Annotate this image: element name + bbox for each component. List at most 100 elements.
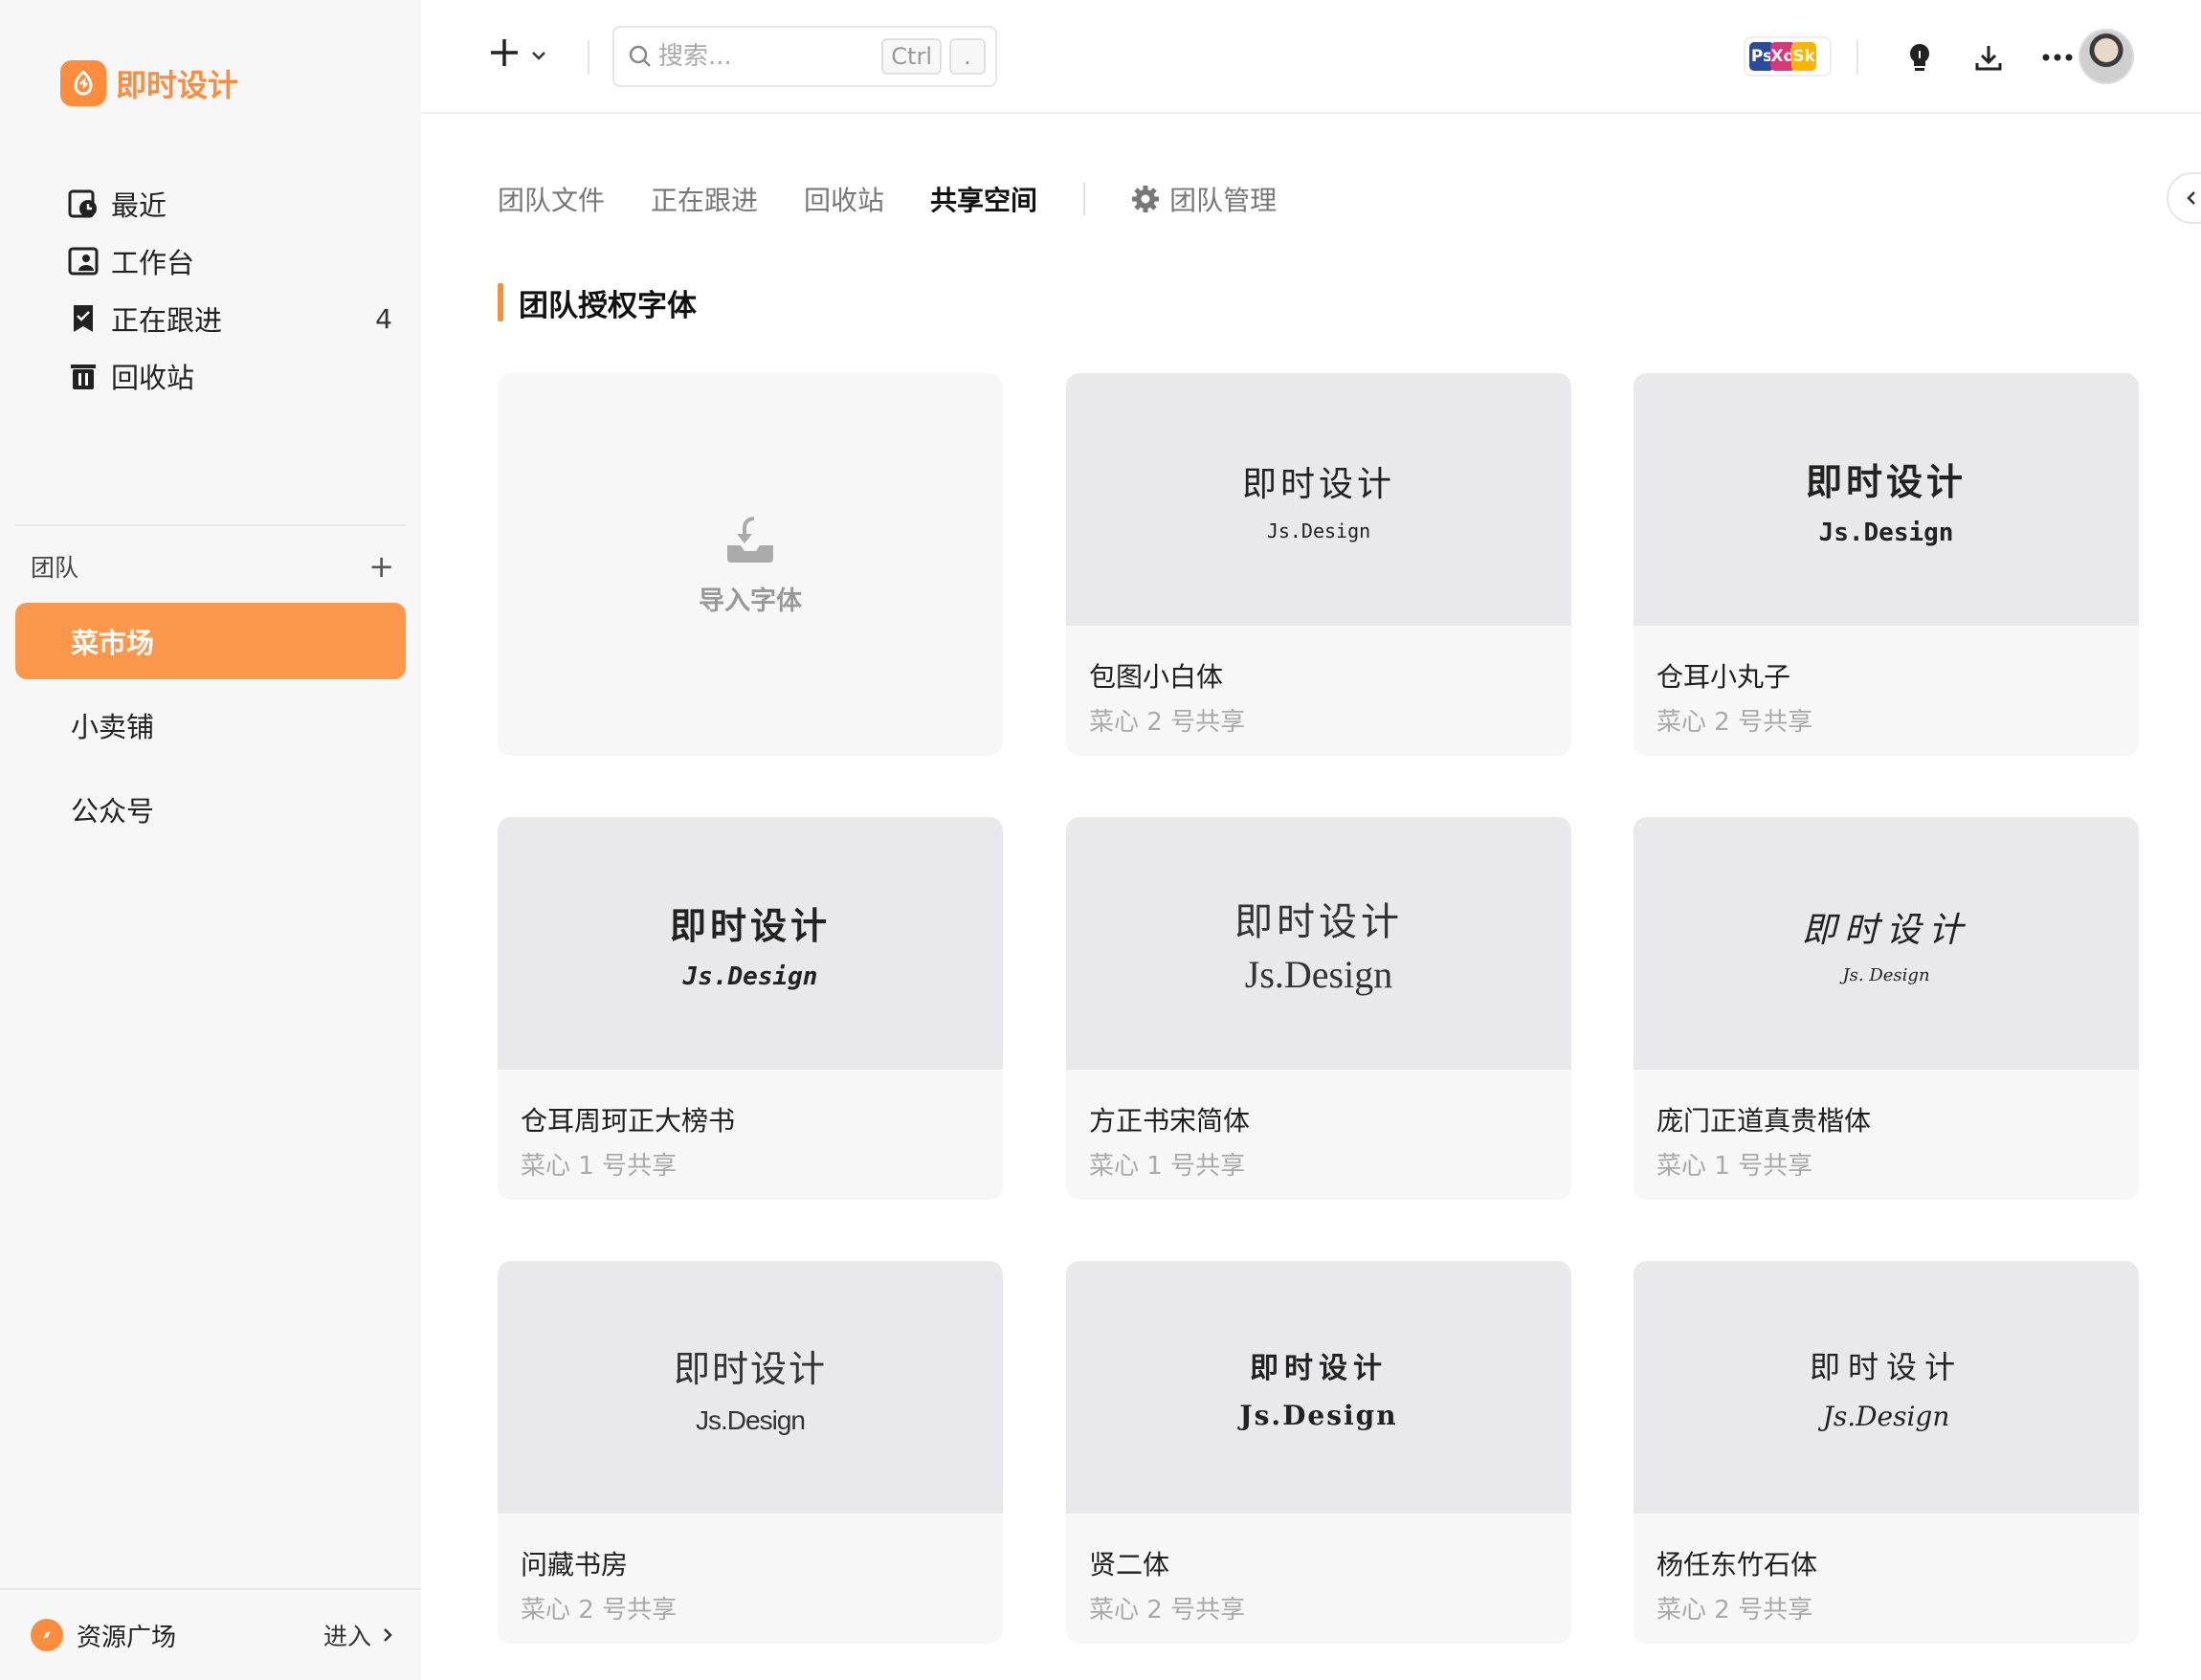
font-name: 问藏书房 (521, 1549, 629, 1581)
app-logo[interactable]: 即时设计 (60, 60, 238, 106)
font-preview: 即时设计 Js.Design (1634, 1261, 2139, 1514)
sidebar-divider (15, 524, 406, 526)
font-preview-main: 即时设计 (1241, 465, 1395, 504)
create-button[interactable] (488, 34, 547, 77)
font-preview: 即时设计 Js.Design (1066, 373, 1571, 626)
font-preview-main: 即时设计 (1805, 460, 1967, 503)
team-item-label: 菜市场 (71, 627, 155, 659)
resource-plaza-bar[interactable]: 资源广场 进入 (0, 1588, 421, 1680)
font-preview-sub: Js. Design (1842, 964, 1930, 985)
lightbulb-icon[interactable] (1899, 36, 1941, 78)
font-card[interactable]: 即时设计 Js.Design 仓耳周珂正大榜书 菜心 1 号共享 (498, 817, 1003, 1200)
search-box[interactable]: Ctrl . (612, 26, 997, 87)
topbar-divider (588, 40, 589, 75)
font-preview-main: 即时设计 (673, 1349, 827, 1390)
font-preview: 即时设计 Js.Design (1066, 1261, 1571, 1514)
font-card[interactable]: 即时设计 Js.Design 杨任东竹石体 菜心 2 号共享 (1634, 1261, 2139, 1644)
tab-team-management[interactable]: 团队管理 (1131, 180, 1277, 218)
topbar-divider (1856, 40, 1858, 75)
download-icon[interactable] (1968, 36, 2010, 78)
compass-icon (31, 1619, 63, 1651)
team-header-label: 团队 (31, 554, 79, 582)
font-card[interactable]: 即时设计 Js.Design 包图小白体 菜心 2 号共享 (1066, 373, 1571, 756)
font-preview: 即时设计 Js.Design (498, 817, 1003, 1070)
team-item-label: 小卖铺 (71, 711, 155, 743)
font-preview-main: 即时设计 (1801, 910, 1970, 950)
font-preview-sub: Js.Design (682, 962, 818, 991)
sidebar-item-label: 正在跟进 (111, 304, 223, 337)
font-card[interactable]: 即时设计 Js.Design 仓耳小丸子 菜心 2 号共享 (1634, 373, 2139, 756)
team-item-caishichang[interactable]: 菜市场 (15, 603, 406, 679)
team-item-label: 公众号 (71, 795, 155, 828)
font-preview: 即时设计 Js.Design (1634, 373, 2139, 626)
team-item-xiaomaipu[interactable]: 小卖铺 (15, 687, 406, 763)
tab-following[interactable]: 正在跟进 (651, 180, 758, 218)
bookmark-icon (67, 302, 100, 335)
font-name: 仓耳小丸子 (1656, 661, 1791, 693)
font-share-meta: 菜心 2 号共享 (1089, 1596, 1246, 1625)
font-name: 仓耳周珂正大榜书 (521, 1105, 736, 1137)
font-preview-sub: Js.Design (1266, 519, 1371, 542)
team-section-header: 团队 + (31, 547, 394, 586)
team-tabs: 团队文件 正在跟进 回收站 共享空间 团队管理 (498, 178, 1277, 220)
font-preview-sub: Js.Design (1822, 1400, 1950, 1432)
font-name: 包图小白体 (1089, 661, 1224, 693)
section-title: 团队授权字体 (498, 283, 697, 323)
font-name: 方正书宋简体 (1089, 1105, 1251, 1137)
kbd-period: . (949, 38, 986, 75)
sidebar-item-workspace[interactable]: 工作台 (67, 232, 392, 290)
font-share-meta: 菜心 2 号共享 (1656, 1596, 1813, 1625)
gear-icon (1132, 186, 1160, 212)
resource-plaza-label: 资源广场 (77, 1623, 177, 1652)
sidebar-item-recent[interactable]: 最近 (67, 175, 392, 232)
font-card[interactable]: 即时设计 Js.Design 贤二体 菜心 2 号共享 (1066, 1261, 1571, 1644)
sidebar-item-label: 工作台 (111, 247, 195, 279)
workspace-icon (67, 245, 100, 277)
font-name: 杨任东竹石体 (1656, 1549, 1818, 1581)
logo-mark-icon (60, 60, 106, 106)
trash-icon (67, 360, 100, 392)
sidebar-item-following[interactable]: 正在跟进 4 (67, 290, 392, 347)
sketch-app-icon: Sk (1791, 42, 1816, 71)
team-item-gongzhonghao[interactable]: 公众号 (15, 771, 406, 848)
more-icon[interactable] (2036, 36, 2079, 78)
collapse-panel-button[interactable] (2167, 172, 2201, 224)
font-card[interactable]: 即时设计 Js.Design 方正书宋简体 菜心 1 号共享 (1066, 817, 1571, 1200)
chevron-left-icon (2187, 191, 2195, 205)
plugin-apps-button[interactable]: Ps Xd Sk (1744, 36, 1832, 77)
topbar: Ctrl . Ps Xd Sk (421, 0, 2201, 114)
following-count-badge: 4 (375, 302, 392, 335)
font-share-meta: 菜心 2 号共享 (1656, 708, 1813, 737)
app-name: 即时设计 (116, 67, 239, 103)
search-input[interactable] (658, 42, 875, 71)
font-name: 贤二体 (1089, 1549, 1170, 1581)
chevron-down-icon (532, 52, 545, 60)
font-preview-sub: Js.Design (696, 1404, 806, 1435)
chevron-right-icon (384, 1628, 392, 1642)
font-preview-sub: Js.Design (1239, 1399, 1398, 1431)
tab-trash[interactable]: 回收站 (804, 180, 884, 218)
enter-label: 进入 (322, 1623, 371, 1650)
clock-icon (67, 188, 100, 220)
tab-shared-space[interactable]: 共享空间 (930, 180, 1037, 218)
font-card[interactable]: 即时设计 Js.Design 问藏书房 菜心 2 号共享 (498, 1261, 1003, 1644)
plus-icon (488, 34, 521, 77)
tab-team-files[interactable]: 团队文件 (498, 180, 605, 218)
sidebar-item-label: 回收站 (111, 362, 195, 394)
import-font-card[interactable]: 导入字体 (498, 373, 1003, 756)
enter-link[interactable]: 进入 (323, 1618, 398, 1652)
kbd-ctrl: Ctrl (881, 38, 942, 75)
font-card[interactable]: 即时设计 Js. Design 庞门正道真贵楷体 菜心 1 号共享 (1634, 817, 2139, 1200)
search-icon (629, 45, 651, 67)
font-share-meta: 菜心 1 号共享 (1089, 1152, 1246, 1181)
font-preview-main: 即时设计 (1234, 899, 1403, 943)
section-accent-bar (498, 283, 503, 321)
font-preview-main: 即时设计 (1809, 1348, 1963, 1385)
font-preview-sub: Js.Design (1244, 952, 1393, 996)
sidebar-item-label: 最近 (111, 189, 167, 222)
section-title-label: 团队授权字体 (519, 288, 697, 323)
font-share-meta: 菜心 1 号共享 (1656, 1152, 1813, 1181)
user-avatar[interactable] (2079, 29, 2134, 84)
sidebar-item-trash[interactable]: 回收站 (67, 347, 392, 405)
add-team-button[interactable]: + (368, 551, 394, 582)
